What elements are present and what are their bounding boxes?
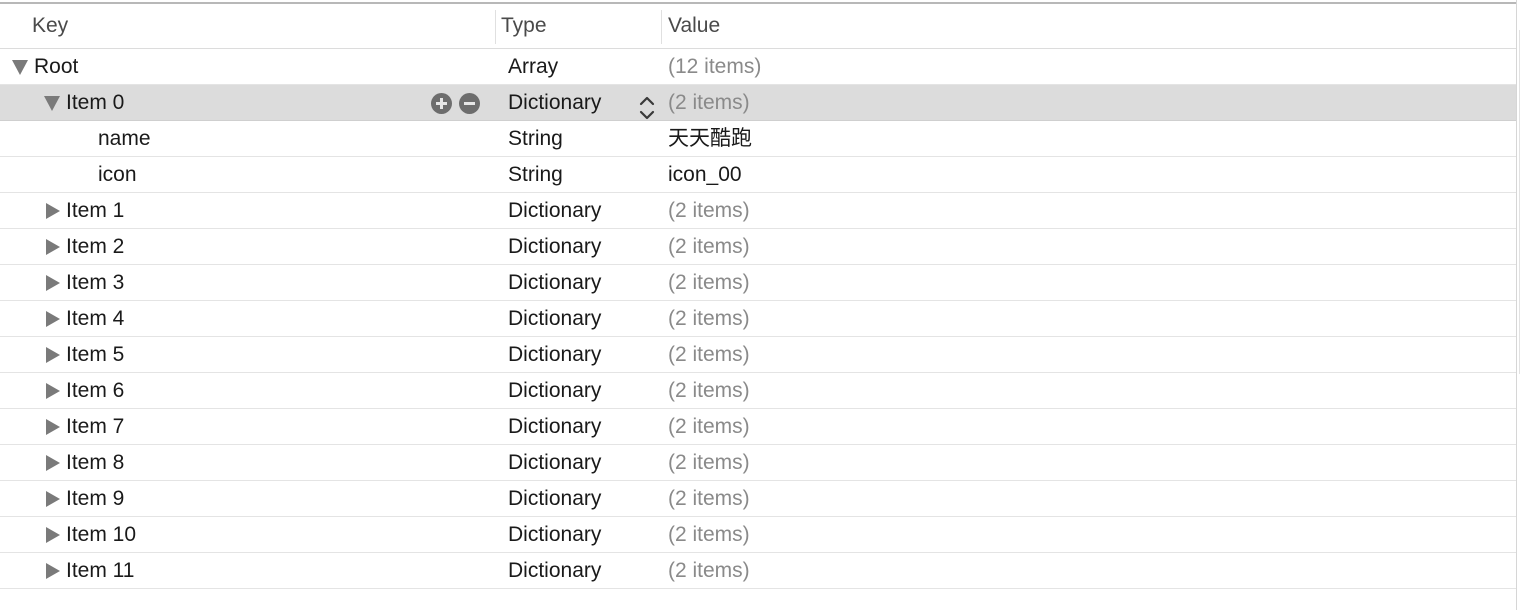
disclosure-triangle-right-icon[interactable]: [46, 275, 60, 291]
row-key[interactable]: Item 0: [66, 85, 124, 121]
table-row[interactable]: Root Array (12 items): [0, 49, 1516, 85]
plus-vertical-bar: [440, 98, 443, 109]
row-type[interactable]: Dictionary: [508, 517, 601, 553]
row-value[interactable]: (2 items): [668, 409, 750, 445]
table-row-selected[interactable]: Item 0 Dictionary (2 items): [0, 85, 1516, 121]
row-key[interactable]: Item 4: [66, 301, 124, 337]
disclosure-triangle-down-icon[interactable]: [12, 60, 28, 75]
row-key[interactable]: Root: [34, 49, 78, 85]
disclosure-triangle-right-icon[interactable]: [46, 239, 60, 255]
row-type[interactable]: Dictionary: [508, 229, 601, 265]
disclosure-triangle-right-icon[interactable]: [46, 527, 60, 543]
column-separator[interactable]: [495, 10, 496, 44]
table-row[interactable]: Item 7 Dictionary (2 items): [0, 409, 1516, 445]
row-value[interactable]: (2 items): [668, 193, 750, 229]
plist-editor: Key Type Value Root Array (12 items) Ite…: [0, 0, 1526, 610]
row-type[interactable]: Dictionary: [508, 301, 601, 337]
row-key[interactable]: Item 1: [66, 193, 124, 229]
table-row[interactable]: Item 11 Dictionary (2 items): [0, 553, 1516, 589]
table-row[interactable]: Item 4 Dictionary (2 items): [0, 301, 1516, 337]
disclosure-triangle-right-icon[interactable]: [46, 347, 60, 363]
table-row[interactable]: Item 5 Dictionary (2 items): [0, 337, 1516, 373]
row-value[interactable]: (2 items): [668, 517, 750, 553]
row-type[interactable]: Dictionary: [508, 445, 601, 481]
column-header: Key Type Value: [0, 4, 1516, 49]
table-row[interactable]: Item 6 Dictionary (2 items): [0, 373, 1516, 409]
row-type[interactable]: String: [508, 121, 563, 157]
row-value[interactable]: icon_00: [668, 157, 742, 193]
table-row[interactable]: Item 3 Dictionary (2 items): [0, 265, 1516, 301]
row-type[interactable]: Dictionary: [508, 373, 601, 409]
minus-bar: [464, 102, 475, 105]
row-value[interactable]: (2 items): [668, 229, 750, 265]
disclosure-triangle-right-icon[interactable]: [46, 383, 60, 399]
row-value[interactable]: (2 items): [668, 553, 750, 589]
property-list-rows: Root Array (12 items) Item 0 Dictionary: [0, 49, 1516, 589]
column-separator[interactable]: [661, 10, 662, 44]
row-value[interactable]: (2 items): [668, 85, 750, 121]
disclosure-triangle-right-icon[interactable]: [46, 455, 60, 471]
row-value[interactable]: (12 items): [668, 49, 761, 85]
column-header-type[interactable]: Type: [501, 4, 547, 48]
column-header-key[interactable]: Key: [32, 4, 68, 48]
row-type[interactable]: Array: [508, 49, 558, 85]
disclosure-triangle-right-icon[interactable]: [46, 491, 60, 507]
row-value[interactable]: (2 items): [668, 301, 750, 337]
disclosure-triangle-right-icon[interactable]: [46, 311, 60, 327]
table-row[interactable]: Item 2 Dictionary (2 items): [0, 229, 1516, 265]
row-key[interactable]: Item 8: [66, 445, 124, 481]
row-type[interactable]: Dictionary: [508, 481, 601, 517]
row-key[interactable]: Item 5: [66, 337, 124, 373]
minus-circle-icon[interactable]: [459, 93, 480, 114]
row-value[interactable]: (2 items): [668, 373, 750, 409]
row-key[interactable]: Item 11: [66, 553, 134, 589]
table-row[interactable]: name String 天天酷跑: [0, 121, 1516, 157]
table-row[interactable]: Item 9 Dictionary (2 items): [0, 481, 1516, 517]
row-key[interactable]: icon: [98, 157, 137, 193]
row-type[interactable]: Dictionary: [508, 193, 601, 229]
vertical-scrollbar[interactable]: [1519, 30, 1520, 374]
disclosure-triangle-right-icon[interactable]: [46, 419, 60, 435]
row-type[interactable]: Dictionary: [508, 85, 601, 121]
row-type[interactable]: Dictionary: [508, 337, 601, 373]
row-key[interactable]: name: [98, 121, 151, 157]
table-row[interactable]: Item 8 Dictionary (2 items): [0, 445, 1516, 481]
plus-circle-icon[interactable]: [431, 93, 452, 114]
table-row[interactable]: Item 10 Dictionary (2 items): [0, 517, 1516, 553]
row-key[interactable]: Item 10: [66, 517, 136, 553]
row-key[interactable]: Item 6: [66, 373, 124, 409]
row-type[interactable]: Dictionary: [508, 265, 601, 301]
row-type[interactable]: Dictionary: [508, 409, 601, 445]
row-key[interactable]: Item 3: [66, 265, 124, 301]
column-header-value[interactable]: Value: [668, 4, 720, 48]
scroll-edge-divider: [1516, 0, 1517, 610]
row-type[interactable]: Dictionary: [508, 553, 601, 589]
row-value[interactable]: (2 items): [668, 481, 750, 517]
row-key[interactable]: Item 9: [66, 481, 124, 517]
table-row[interactable]: icon String icon_00: [0, 157, 1516, 193]
disclosure-triangle-down-icon[interactable]: [44, 96, 60, 111]
row-value[interactable]: (2 items): [668, 265, 750, 301]
row-value[interactable]: 天天酷跑: [668, 121, 752, 157]
row-key[interactable]: Item 7: [66, 409, 124, 445]
row-key[interactable]: Item 2: [66, 229, 124, 265]
disclosure-triangle-right-icon[interactable]: [46, 563, 60, 579]
row-type[interactable]: String: [508, 157, 563, 193]
row-value[interactable]: (2 items): [668, 337, 750, 373]
table-row[interactable]: Item 1 Dictionary (2 items): [0, 193, 1516, 229]
disclosure-triangle-right-icon[interactable]: [46, 203, 60, 219]
up-down-chevron-icon[interactable]: [638, 94, 656, 122]
row-value[interactable]: (2 items): [668, 445, 750, 481]
